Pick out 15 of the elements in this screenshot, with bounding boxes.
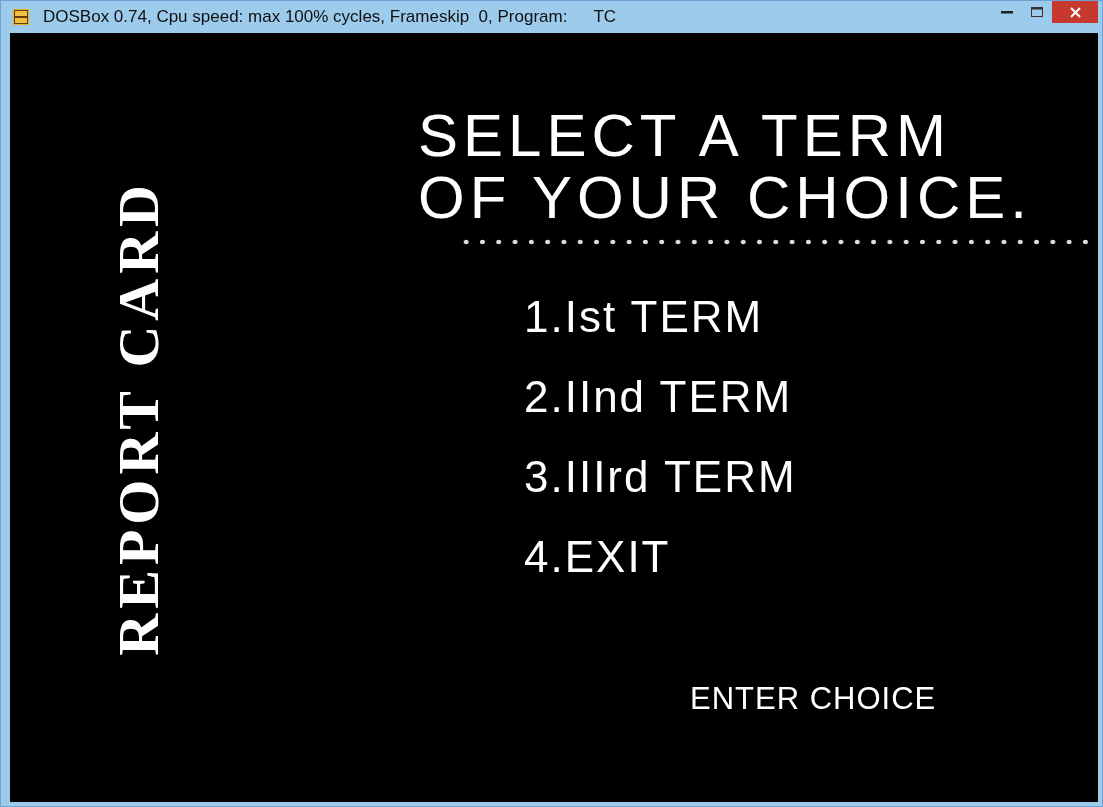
maximize-icon xyxy=(1031,7,1043,17)
menu-option: 3.IIIrd TERM xyxy=(524,453,1098,501)
menu-option: 1.Ist TERM xyxy=(524,293,1098,341)
menu-option: 2.IInd TERM xyxy=(524,373,1098,421)
app-icon xyxy=(13,9,29,25)
minimize-icon xyxy=(1001,10,1013,14)
close-icon xyxy=(1069,6,1081,18)
menu-option: 4.EXIT xyxy=(524,533,1098,581)
side-title: REPORT CARD xyxy=(104,179,172,656)
window-title: DOSBox 0.74, Cpu speed: max 100% cycles, Frameskip 0, Program: xyxy=(43,7,568,27)
heading-line: SELECT A TERM xyxy=(418,105,952,167)
close-button[interactable] xyxy=(1052,1,1098,23)
heading-line: OF YOUR CHOICE. xyxy=(418,167,1033,229)
program-name: TC xyxy=(593,7,617,27)
prompt-text: ENTER CHOICE xyxy=(690,681,938,717)
